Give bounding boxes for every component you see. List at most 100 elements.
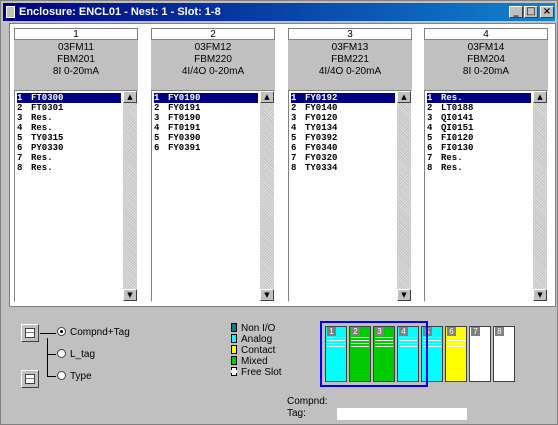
scroll-up-icon[interactable]: ▲ <box>533 91 547 103</box>
vertical-scrollbar[interactable]: ▲ ▼ <box>123 91 137 301</box>
channel-number: 5 <box>17 133 23 143</box>
list-item[interactable]: 6 FI0130 <box>427 143 473 153</box>
vertical-scrollbar[interactable]: ▲ ▼ <box>533 91 547 301</box>
title-bar[interactable]: Enclosure: ENCL01 - Nest: 1 - Slot: 1-8 … <box>3 3 555 21</box>
channel-number: 8 <box>427 163 433 173</box>
grid-icon <box>25 374 35 384</box>
list-item[interactable]: 2 LT0188 <box>427 103 473 113</box>
slot-number: 4 <box>424 28 548 40</box>
list-item[interactable]: 7 FY0320 <box>291 153 337 163</box>
list-item[interactable]: 4 Res. <box>17 123 53 133</box>
channel-number: 3 <box>427 113 433 123</box>
point-tag: Res. <box>441 93 463 103</box>
channel-number: 8 <box>17 163 23 173</box>
channel-number: 2 <box>17 103 23 113</box>
channel-number: 2 <box>291 103 297 113</box>
radio-type[interactable]: Type <box>57 371 92 383</box>
list-item[interactable]: 1 Res. <box>427 93 531 103</box>
rack-slot-8[interactable]: 8 <box>493 326 515 382</box>
nest-rack: 12345678 <box>320 321 515 387</box>
module-name: 03FM12 <box>194 42 232 53</box>
module-type: FBM204 <box>467 54 505 65</box>
scroll-up-icon[interactable]: ▲ <box>260 91 274 103</box>
list-item[interactable]: 3 FY0120 <box>291 113 337 123</box>
module-info: 03FM11 FBM201 8I 0-20mA <box>14 42 138 78</box>
tag-view-button[interactable] <box>21 324 39 342</box>
list-item[interactable]: 8 Res. <box>427 163 463 173</box>
channel-number: 1 <box>427 93 433 103</box>
list-item[interactable]: 6 FY0391 <box>154 143 200 153</box>
point-tag: Res. <box>31 163 53 173</box>
list-item[interactable]: 2 FT0301 <box>17 103 63 113</box>
list-item[interactable]: 8 Res. <box>17 163 53 173</box>
channel-number: 1 <box>291 93 297 103</box>
list-item[interactable]: 5 TY0315 <box>17 133 63 143</box>
legend-label: Non I/O <box>241 323 276 334</box>
channel-number: 3 <box>17 113 23 123</box>
scroll-down-icon[interactable]: ▼ <box>260 289 274 301</box>
legend-item: Mixed <box>231 356 268 367</box>
scroll-down-icon[interactable]: ▼ <box>397 289 411 301</box>
list-item[interactable]: 4 QI0151 <box>427 123 473 133</box>
module-info: 03FM14 FBM204 8I 0-20mA <box>424 42 548 78</box>
channel-lines <box>447 337 465 347</box>
list-icon <box>25 328 35 338</box>
module-name: 03FM13 <box>331 42 369 53</box>
close-button[interactable]: × <box>540 6 554 18</box>
legend-swatch <box>231 345 237 354</box>
module-slot-2: 2 03FM12 FBM220 4I/4O 0-20mA 1 FY0190 2 FY0191 3… <box>151 28 275 302</box>
list-item[interactable]: 1 FY0190 <box>154 93 258 103</box>
radio-l-tag[interactable]: L_tag <box>57 349 95 361</box>
list-item[interactable]: 7 Res. <box>427 153 463 163</box>
list-item[interactable]: 1 FT0300 <box>17 93 121 103</box>
channel-number: 8 <box>291 163 297 173</box>
radio-compnd-tag[interactable]: Compnd+Tag <box>57 327 130 339</box>
point-tag: FT0300 <box>31 93 64 103</box>
scroll-down-icon[interactable]: ▼ <box>533 289 547 301</box>
legend-swatch <box>231 323 237 332</box>
rack-slot-6[interactable]: 6 <box>445 326 467 382</box>
list-item[interactable]: 3 FT0190 <box>154 113 200 123</box>
scroll-up-icon[interactable]: ▲ <box>123 91 137 103</box>
scroll-down-icon[interactable]: ▼ <box>123 289 137 301</box>
bottom-panel: Compnd+Tag L_tag Type Non I/O Analog Conta… <box>9 309 554 422</box>
point-tag: FY0392 <box>305 133 338 143</box>
type-view-button[interactable] <box>21 370 39 388</box>
point-list[interactable]: 1 Res. 2 LT0188 3 QI0141 4 QI0151 5 FI0120 6 FI0130… <box>424 90 548 302</box>
list-item[interactable]: 5 FY0390 <box>154 133 200 143</box>
minimize-button[interactable]: _ <box>509 6 523 18</box>
list-item[interactable]: 4 TY0134 <box>291 123 337 133</box>
point-list[interactable]: 1 FY0190 2 FY0191 3 FT0190 4 FT0191 5 FY0390 6 FY03… <box>151 90 275 302</box>
point-tag: FY0191 <box>168 103 201 113</box>
rack-slot-number: 7 <box>471 327 480 336</box>
channel-number: 7 <box>291 153 297 163</box>
list-item[interactable]: 4 FT0191 <box>154 123 200 133</box>
list-item[interactable]: 6 PY0330 <box>17 143 63 153</box>
list-item[interactable]: 2 FY0140 <box>291 103 337 113</box>
list-item[interactable]: 2 FY0191 <box>154 103 200 113</box>
list-item[interactable]: 3 Res. <box>17 113 53 123</box>
vertical-scrollbar[interactable]: ▲ ▼ <box>260 91 274 301</box>
list-item[interactable]: 7 Res. <box>17 153 53 163</box>
channel-number: 4 <box>427 123 433 133</box>
point-tag: LT0188 <box>441 103 474 113</box>
list-item[interactable]: 5 FI0120 <box>427 133 473 143</box>
list-item[interactable]: 8 TY0334 <box>291 163 337 173</box>
vertical-scrollbar[interactable]: ▲ ▼ <box>397 91 411 301</box>
point-tag: Res. <box>31 153 53 163</box>
list-item[interactable]: 5 FY0392 <box>291 133 337 143</box>
rack-slot-7[interactable]: 7 <box>469 326 491 382</box>
channel-number: 7 <box>427 153 433 163</box>
list-item[interactable]: 3 QI0141 <box>427 113 473 123</box>
channel-number: 4 <box>291 123 297 133</box>
list-item[interactable]: 1 FY0192 <box>291 93 395 103</box>
slot-number: 2 <box>151 28 275 40</box>
legend-item: Contact <box>231 345 275 356</box>
point-list[interactable]: 1 FY0192 2 FY0140 3 FY0120 4 TY0134 5 FY0392 6 FY03… <box>288 90 412 302</box>
module-type: FBM201 <box>57 54 95 65</box>
point-list[interactable]: 1 FT0300 2 FT0301 3 Res. 4 Res. 5 TY0315 6 PY0330 7 R… <box>14 90 138 302</box>
maximize-button[interactable]: □ <box>524 6 538 18</box>
tag-label: Tag: <box>287 408 306 419</box>
list-item[interactable]: 6 FY0340 <box>291 143 337 153</box>
scroll-up-icon[interactable]: ▲ <box>397 91 411 103</box>
